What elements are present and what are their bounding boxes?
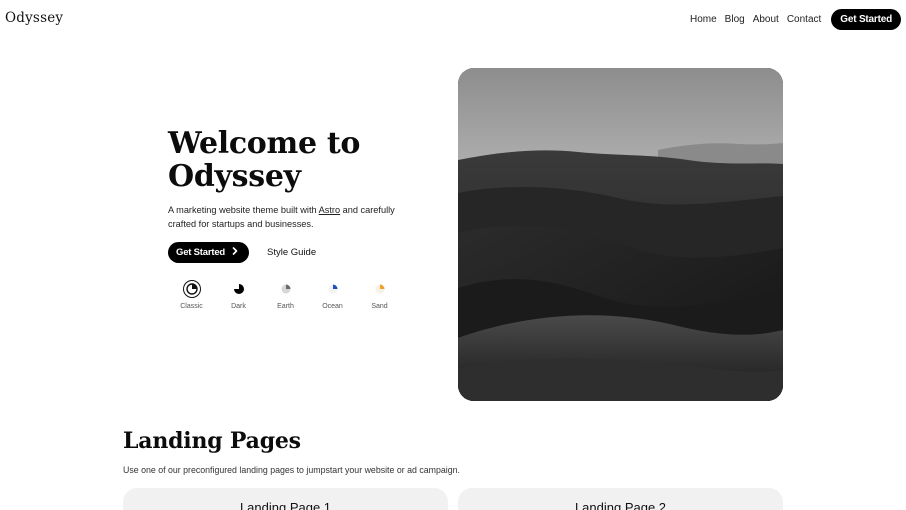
hero-title-line1: Welcome to [168, 126, 361, 161]
card-title: Landing Page 2 [574, 500, 667, 510]
hero-title: Welcome to Odyssey [168, 127, 428, 193]
theme-option-classic[interactable]: Classic [168, 280, 215, 310]
style-guide-button[interactable]: Style Guide [267, 247, 316, 258]
theme-switcher: Classic Dark Earth Ocean Sand [168, 280, 403, 310]
astro-link[interactable]: Astro [319, 205, 340, 215]
nav-contact[interactable]: Contact [787, 14, 821, 25]
landing-page-card-1[interactable]: Landing Page 1 [123, 488, 448, 510]
ocean-theme-icon [324, 280, 342, 298]
hero-title-line2: Odyssey [168, 159, 301, 194]
theme-label-classic: Classic [180, 303, 203, 310]
sand-theme-icon [371, 280, 389, 298]
hero-actions: Get Started Style Guide [168, 242, 316, 263]
nav-home[interactable]: Home [690, 14, 717, 25]
nav-blog[interactable]: Blog [725, 14, 745, 25]
dark-theme-icon [230, 280, 248, 298]
landing-page-card-2[interactable]: Landing Page 2 [458, 488, 783, 510]
section-title: Landing Pages [123, 428, 301, 454]
nav-about[interactable]: About [753, 14, 779, 25]
theme-option-earth[interactable]: Earth [262, 280, 309, 310]
theme-label-sand: Sand [371, 303, 388, 310]
theme-option-sand[interactable]: Sand [356, 280, 403, 310]
card-title: Landing Page 1 [239, 500, 332, 510]
site-logo[interactable]: Odyssey [5, 10, 63, 26]
hero-description-text: A marketing website theme built with [168, 205, 319, 215]
theme-option-dark[interactable]: Dark [215, 280, 262, 310]
header-get-started-button[interactable]: Get Started [831, 9, 901, 30]
hero-get-started-label: Get Started [176, 247, 226, 258]
hero-content: Welcome to Odyssey A marketing website t… [168, 127, 428, 263]
section-description: Use one of our preconfigured landing pag… [123, 465, 460, 475]
theme-label-dark: Dark [231, 303, 246, 310]
theme-option-ocean[interactable]: Ocean [309, 280, 356, 310]
hero-description: A marketing website theme built with Ast… [168, 203, 408, 231]
theme-label-earth: Earth [277, 303, 294, 310]
desert-dunes-image [458, 68, 783, 401]
chevron-right-icon [232, 247, 238, 258]
earth-theme-icon [277, 280, 295, 298]
theme-label-ocean: Ocean [322, 303, 343, 310]
main-nav: Home Blog About Contact Get Started [682, 9, 901, 30]
classic-theme-icon [182, 280, 201, 298]
hero-get-started-button[interactable]: Get Started [168, 242, 250, 263]
site-header: Odyssey Home Blog About Contact Get Star… [0, 0, 906, 40]
hero-image [458, 68, 783, 401]
